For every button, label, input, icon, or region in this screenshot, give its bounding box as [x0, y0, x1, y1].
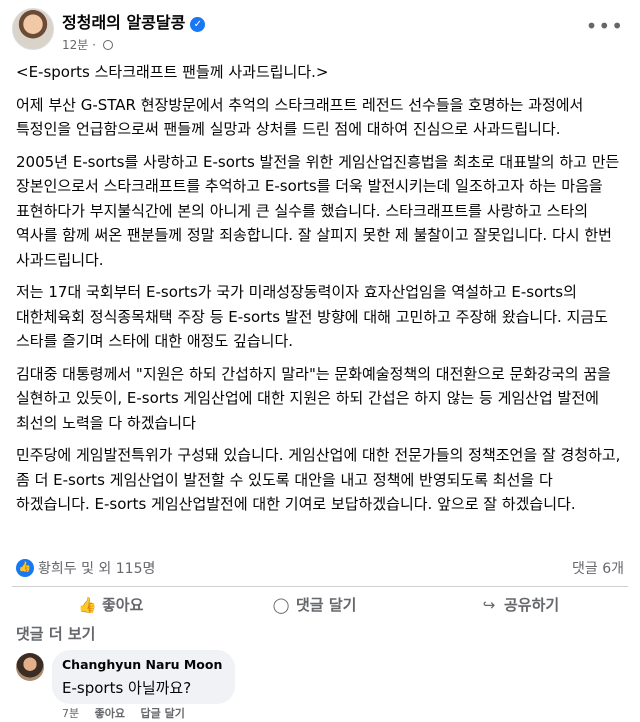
- post-body: <E-sports 스타크래프트 팬들께 사과드립니다.> 어제 부산 G-ST…: [16, 60, 628, 525]
- comment-time[interactable]: 7분: [62, 707, 79, 720]
- comment-icon: ◯: [272, 596, 290, 614]
- comment-reply-button[interactable]: 답글 달기: [141, 707, 185, 720]
- comment-label: 댓글 달기: [296, 596, 357, 614]
- post-paragraph: 어제 부산 G-STAR 현장방문에서 추억의 스타크래프트 레전드 선수들을 …: [16, 95, 584, 139]
- comment-bubble: Changhyun Naru Moon E-sports 아닐까요?: [52, 650, 235, 704]
- comment-like-button[interactable]: 좋아요: [95, 707, 125, 720]
- facebook-post: 정청래의 알콩달콩 ✓ 12분 · ••• <E-sports 스타크래프트 팬들…: [0, 0, 640, 722]
- page-name-text[interactable]: 정청래의 알콩달콩: [62, 13, 185, 32]
- thumbs-up-icon: 👍: [78, 596, 97, 614]
- globe-icon: [102, 40, 113, 50]
- post-actions: 👍 좋아요 ◯ 댓글 달기 ↪ 공유하기: [12, 586, 628, 623]
- comment-author[interactable]: Changhyun Naru Moon: [62, 657, 222, 672]
- post-meta: 12분 ·: [62, 36, 113, 53]
- post-paragraph: 저는 17대 국회부터 E-sorts가 국가 미래성장동력이자 효자산업임을 …: [16, 283, 608, 350]
- comment-actions: 7분 좋아요 답글 달기: [62, 705, 197, 721]
- post-paragraph: 김대중 대통령께서 "지원은 하되 간섭하지 말라"는 문화예술정책의 대전환으…: [16, 364, 611, 432]
- comment-count[interactable]: 댓글 6개: [572, 558, 624, 578]
- post-time[interactable]: 12분: [62, 38, 88, 52]
- post-header: 정청래의 알콩달콩 ✓ 12분 · •••: [0, 0, 640, 60]
- page-name[interactable]: 정청래의 알콩달콩 ✓: [62, 9, 206, 33]
- post-paragraph: 2005년 E-sorts를 사랑하고 E-sorts 발전을 위한 게임산업진…: [16, 152, 620, 269]
- like-label: 좋아요: [102, 596, 144, 614]
- page-avatar[interactable]: [12, 8, 54, 50]
- share-button[interactable]: ↪ 공유하기: [480, 591, 560, 619]
- reactions-text[interactable]: 황희두 및 외 115명: [38, 561, 155, 577]
- share-icon: ↪: [482, 596, 496, 614]
- more-options-icon[interactable]: •••: [586, 14, 624, 38]
- share-label: 공유하기: [504, 596, 560, 614]
- comment-button[interactable]: ◯ 댓글 달기: [272, 591, 357, 619]
- reactions-summary[interactable]: 👍 황희두 및 외 115명: [16, 558, 155, 578]
- post-title: <E-sports 스타크래프트 팬들께 사과드립니다.>: [16, 63, 329, 81]
- like-reaction-icon: 👍: [16, 559, 34, 577]
- commenter-avatar[interactable]: [16, 653, 44, 681]
- post-stats: 👍 황희두 및 외 115명 댓글 6개: [16, 554, 624, 582]
- view-more-comments[interactable]: 댓글 더 보기: [16, 623, 95, 644]
- comment-text: E-sports 아닐까요?: [62, 679, 192, 697]
- verified-badge-icon: ✓: [190, 17, 206, 32]
- post-paragraph: 민주당에 게임발전특위가 구성돼 있습니다. 게임산업에 대한 전문가들의 정책…: [16, 446, 621, 513]
- like-button[interactable]: 👍 좋아요: [78, 591, 143, 619]
